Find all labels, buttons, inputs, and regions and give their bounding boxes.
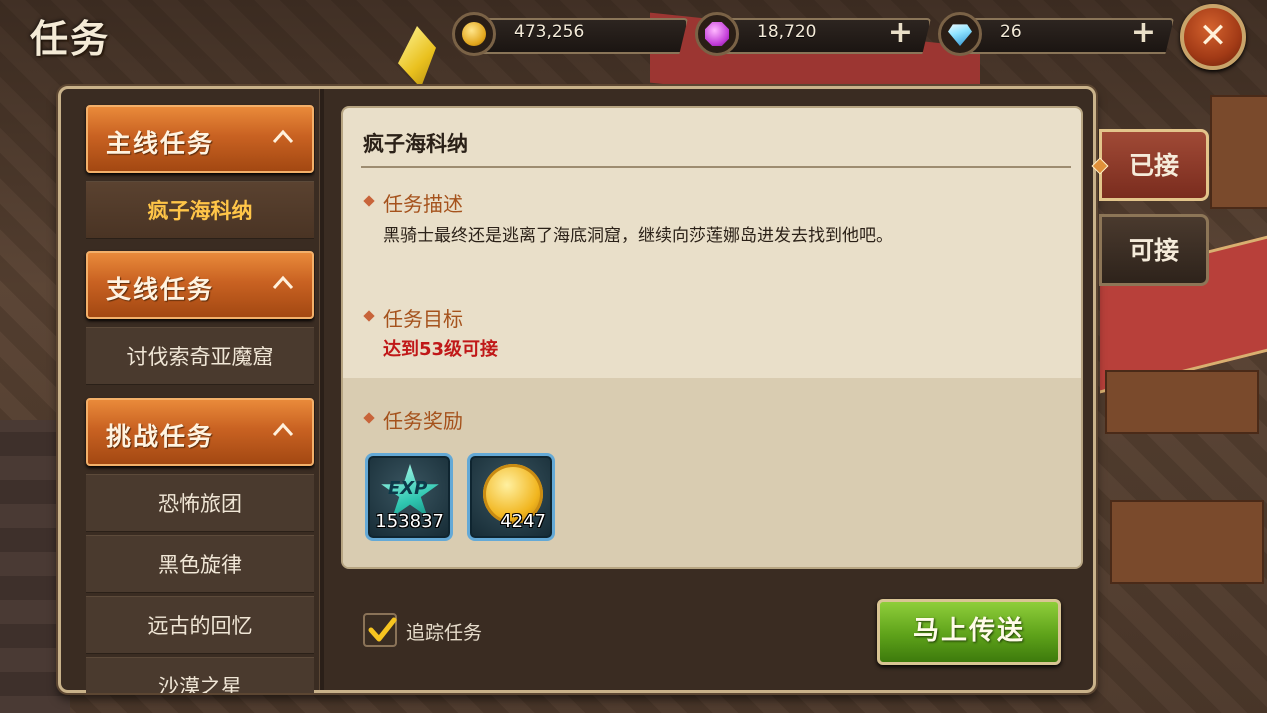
category-label: 主线任务 bbox=[106, 129, 215, 158]
teleport-button[interactable]: 马上传送 bbox=[877, 599, 1061, 665]
chevron-up-icon bbox=[272, 129, 294, 144]
teleport-button-label: 马上传送 bbox=[912, 616, 1025, 646]
reward-heading: 任务奖励 bbox=[363, 405, 463, 434]
add-diamond-button[interactable]: + bbox=[1131, 18, 1156, 48]
objective-heading: 任务目标 bbox=[363, 303, 463, 332]
quest-title: 疯子海科纳 bbox=[363, 132, 468, 156]
quest-item-suqiya-lair[interactable]: 讨伐索奇亚魔窟 bbox=[86, 327, 314, 385]
close-button[interactable]: ✕ bbox=[1180, 4, 1246, 70]
quest-detail-panel: 疯子海科纳 任务描述 黑骑士最终还是逃离了海底洞窟，继续向莎莲娜岛进发去找到他吧… bbox=[341, 106, 1083, 569]
background-railing bbox=[1110, 500, 1264, 584]
reward-amount: 4247 bbox=[500, 511, 546, 532]
category-side-quest[interactable]: 支线任务 bbox=[86, 251, 314, 319]
resource-gem-value: 18,720 bbox=[757, 22, 817, 42]
resource-diamond: 26 + bbox=[938, 12, 1174, 56]
quest-item-label: 恐怖旅团 bbox=[158, 492, 242, 516]
resource-gold-value: 473,256 bbox=[514, 22, 585, 42]
tab-available[interactable]: 可接 bbox=[1099, 214, 1209, 286]
track-quest-checkbox[interactable] bbox=[363, 613, 397, 647]
quest-objective: 达到53级可接 bbox=[383, 339, 499, 360]
bullet-icon bbox=[363, 310, 375, 322]
category-label: 挑战任务 bbox=[106, 422, 215, 451]
description-heading: 任务描述 bbox=[363, 188, 463, 217]
quest-description: 黑骑士最终还是逃离了海底洞窟，继续向莎莲娜岛进发去找到他吧。 bbox=[383, 226, 893, 246]
quest-item-desert-star[interactable]: 沙漠之星 bbox=[86, 657, 314, 693]
crystal-decoration bbox=[398, 26, 436, 88]
track-quest-label[interactable]: 追踪任务 bbox=[406, 618, 482, 645]
quest-item-label: 沙漠之星 bbox=[158, 675, 242, 693]
category-label: 支线任务 bbox=[106, 275, 215, 304]
page-title: 任务 bbox=[30, 17, 111, 61]
tab-accepted-label: 已接 bbox=[1128, 151, 1179, 180]
purple-gem-icon bbox=[695, 12, 739, 56]
quest-category-sidebar[interactable]: 主线任务 疯子海科纳 支线任务 讨伐索奇亚魔窟 挑战任务 恐怖旅团 黑色旋律 远… bbox=[81, 101, 315, 693]
exp-label: EXP bbox=[388, 478, 428, 499]
quest-window: 主线任务 疯子海科纳 支线任务 讨伐索奇亚魔窟 挑战任务 恐怖旅团 黑色旋律 远… bbox=[58, 86, 1209, 693]
gold-coin-icon bbox=[452, 12, 496, 56]
sidebar-divider bbox=[319, 89, 324, 690]
background-railing bbox=[1105, 370, 1259, 434]
title-divider bbox=[361, 166, 1071, 168]
reward-gold[interactable]: 4247 bbox=[467, 453, 555, 541]
background-railing bbox=[1210, 95, 1267, 209]
tab-available-label: 可接 bbox=[1128, 236, 1179, 265]
chevron-up-icon bbox=[272, 422, 294, 437]
category-main-quest[interactable]: 主线任务 bbox=[86, 105, 314, 173]
close-icon: ✕ bbox=[1198, 16, 1228, 56]
quest-item-label: 黑色旋律 bbox=[158, 553, 242, 577]
quest-item-madman-hekena[interactable]: 疯子海科纳 bbox=[86, 181, 314, 239]
resource-gold: 473,256 bbox=[452, 12, 688, 56]
quest-item-terror-brigade[interactable]: 恐怖旅团 bbox=[86, 474, 314, 532]
chevron-up-icon bbox=[272, 275, 294, 290]
resource-gem: 18,720 + bbox=[695, 12, 931, 56]
quest-item-label: 疯子海科纳 bbox=[147, 199, 253, 223]
quest-item-black-melody[interactable]: 黑色旋律 bbox=[86, 535, 314, 593]
add-gem-button[interactable]: + bbox=[888, 18, 913, 48]
checkmark-icon bbox=[368, 617, 397, 642]
tab-accepted[interactable]: 已接 bbox=[1091, 129, 1209, 201]
quest-item-label: 讨伐索奇亚魔窟 bbox=[126, 345, 274, 369]
resource-diamond-value: 26 bbox=[1000, 22, 1022, 42]
quest-item-label: 远古的回忆 bbox=[147, 614, 253, 638]
diamond-icon bbox=[938, 12, 982, 56]
reward-amount: 153837 bbox=[375, 511, 444, 532]
quest-item-ancient-memory[interactable]: 远古的回忆 bbox=[86, 596, 314, 654]
category-challenge-quest[interactable]: 挑战任务 bbox=[86, 398, 314, 466]
bullet-icon bbox=[363, 195, 375, 207]
reward-exp[interactable]: EXP 153837 bbox=[365, 453, 453, 541]
